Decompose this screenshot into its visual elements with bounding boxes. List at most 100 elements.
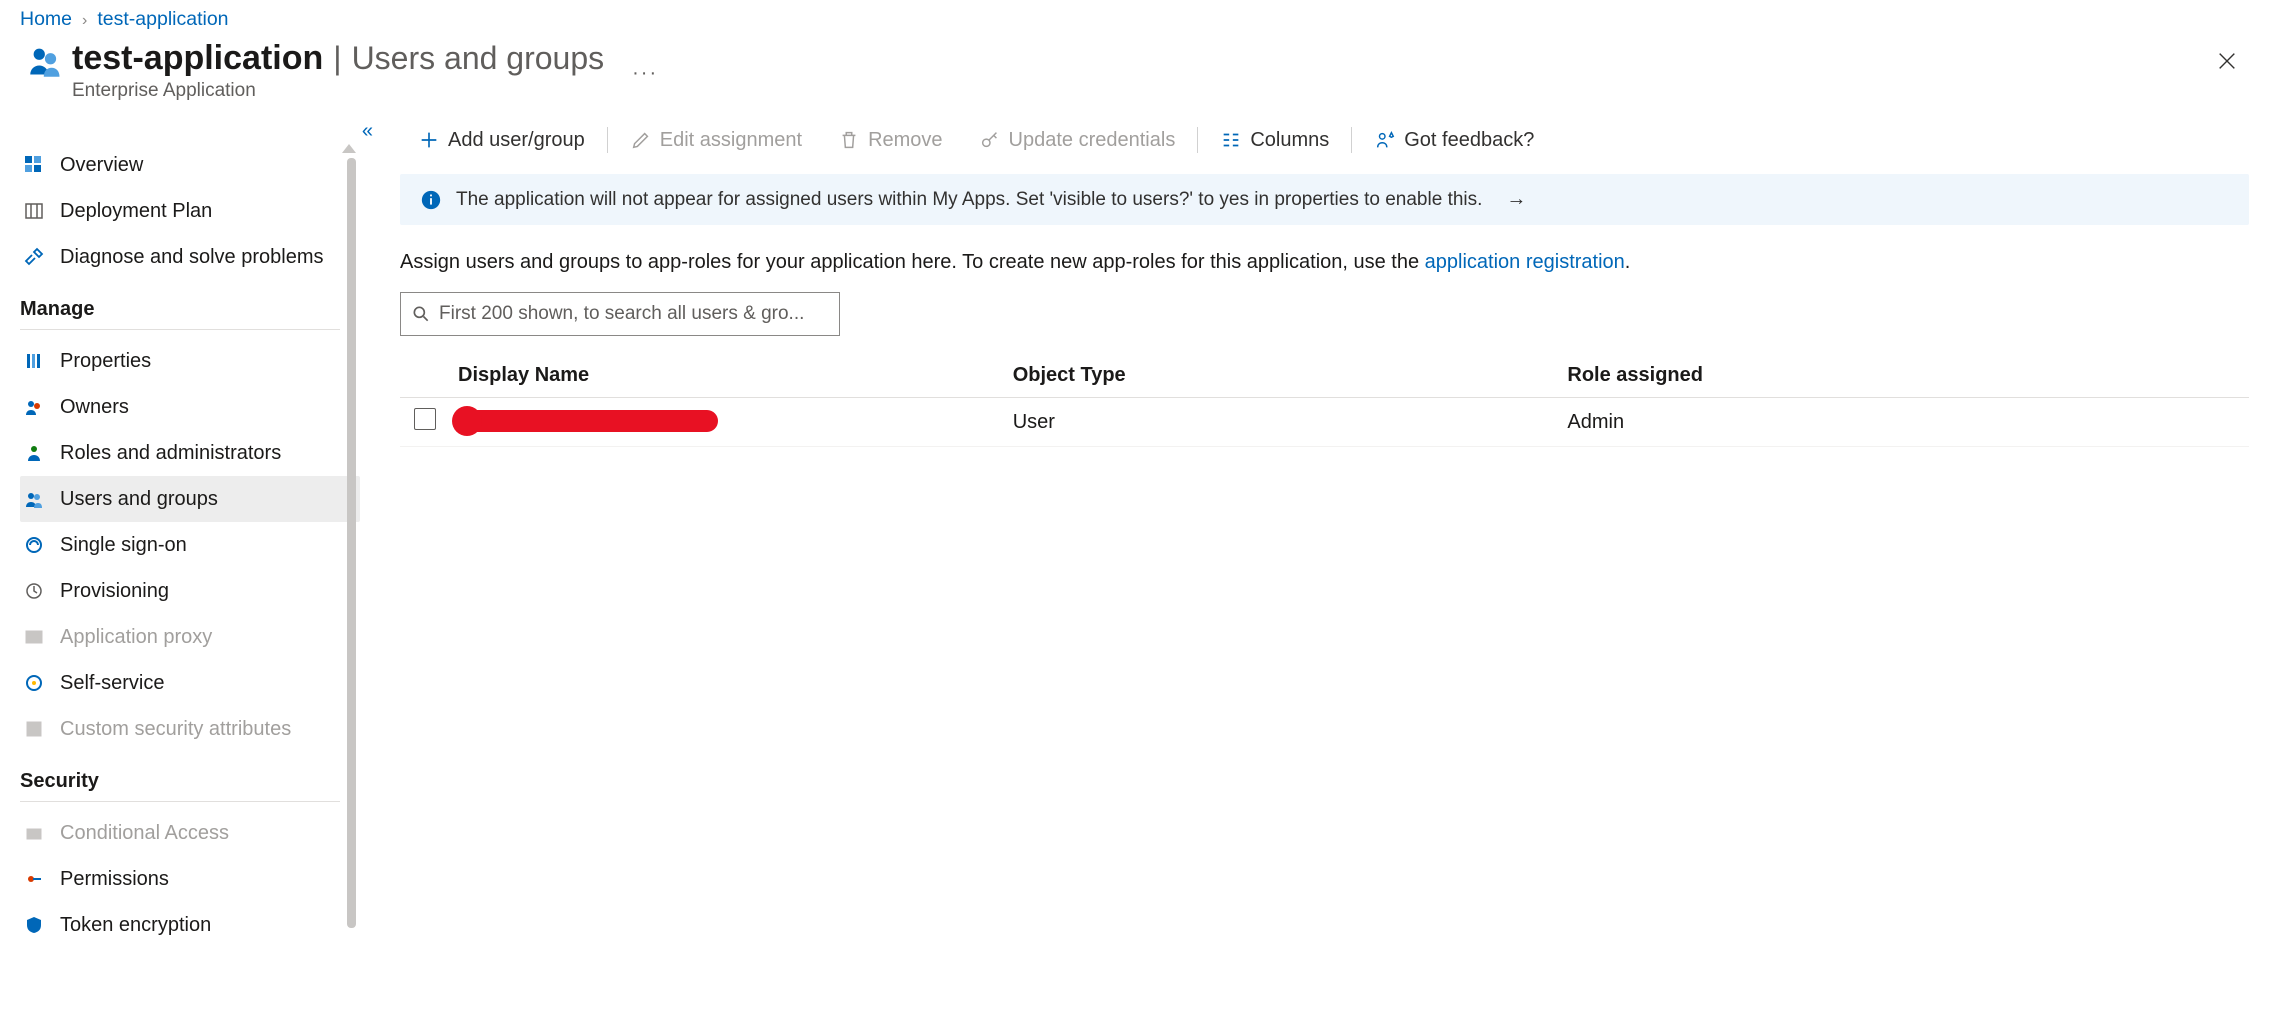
permissions-icon bbox=[22, 869, 46, 889]
sidebar-item-token-encryption[interactable]: Token encryption bbox=[20, 902, 360, 948]
sidebar-item-self-service[interactable]: Self-service bbox=[20, 660, 360, 706]
info-icon bbox=[420, 189, 442, 211]
sidebar: « Overview Deployment Plan Diagnose and … bbox=[0, 112, 370, 948]
close-button[interactable] bbox=[2209, 43, 2245, 79]
conditional-access-icon bbox=[22, 823, 46, 843]
sidebar-item-label: Application proxy bbox=[60, 626, 212, 649]
row-checkbox[interactable] bbox=[414, 408, 436, 430]
sidebar-item-overview[interactable]: Overview bbox=[20, 142, 360, 188]
divider bbox=[1351, 127, 1352, 153]
search-box[interactable] bbox=[400, 292, 840, 336]
search-input[interactable] bbox=[439, 293, 829, 335]
table-header-display-name[interactable]: Display Name bbox=[450, 354, 1005, 398]
toolbar-label: Got feedback? bbox=[1404, 129, 1534, 152]
sidebar-item-label: Provisioning bbox=[60, 580, 169, 603]
owners-icon bbox=[22, 397, 46, 417]
sidebar-item-label: Deployment Plan bbox=[60, 200, 212, 223]
columns-button[interactable]: Columns bbox=[1202, 116, 1347, 164]
sidebar-item-label: Custom security attributes bbox=[60, 718, 291, 741]
sidebar-item-owners[interactable]: Owners bbox=[20, 384, 360, 430]
sidebar-item-app-proxy[interactable]: Application proxy bbox=[20, 614, 360, 660]
table-header-role[interactable]: Role assigned bbox=[1559, 354, 2249, 398]
sidebar-item-custom-security[interactable]: Custom security attributes bbox=[20, 706, 360, 752]
sidebar-item-label: Overview bbox=[60, 154, 143, 177]
divider bbox=[607, 127, 608, 153]
remove-button[interactable]: Remove bbox=[820, 116, 960, 164]
table-header-object-type[interactable]: Object Type bbox=[1005, 354, 1560, 398]
provisioning-icon bbox=[22, 581, 46, 601]
edit-assignment-button[interactable]: Edit assignment bbox=[612, 116, 820, 164]
description: Assign users and groups to app-roles for… bbox=[400, 251, 2249, 274]
sidebar-item-label: Single sign-on bbox=[60, 534, 187, 557]
scroll-up-icon[interactable] bbox=[342, 144, 356, 153]
sidebar-item-sso[interactable]: Single sign-on bbox=[20, 522, 360, 568]
sidebar-group-security: Security bbox=[20, 752, 370, 799]
sidebar-item-properties[interactable]: Properties bbox=[20, 338, 360, 384]
update-credentials-button[interactable]: Update credentials bbox=[961, 116, 1194, 164]
self-service-icon bbox=[22, 673, 46, 693]
page-title-section: Users and groups bbox=[352, 40, 605, 77]
divider bbox=[20, 801, 340, 802]
page-header: test-application | Users and groups ··· … bbox=[0, 37, 2269, 112]
more-actions-icon[interactable]: ··· bbox=[632, 62, 658, 85]
toolbar-label: Update credentials bbox=[1009, 129, 1176, 152]
sidebar-item-permissions[interactable]: Permissions bbox=[20, 856, 360, 902]
pencil-icon bbox=[630, 129, 652, 151]
page-title-sep: | bbox=[333, 40, 341, 77]
properties-icon bbox=[22, 351, 46, 371]
plus-icon bbox=[418, 129, 440, 151]
app-icon bbox=[20, 39, 72, 79]
feedback-button[interactable]: Got feedback? bbox=[1356, 116, 1552, 164]
chevron-right-icon: › bbox=[82, 12, 87, 30]
info-arrow-icon[interactable]: → bbox=[1506, 188, 1526, 211]
cell-role: Admin bbox=[1559, 398, 2249, 447]
wrench-icon bbox=[22, 247, 46, 267]
redacted-content bbox=[458, 410, 718, 432]
roles-icon bbox=[22, 443, 46, 463]
sidebar-item-label: Users and groups bbox=[60, 488, 218, 511]
sidebar-group-manage: Manage bbox=[20, 280, 370, 327]
info-banner: The application will not appear for assi… bbox=[400, 174, 2249, 225]
search-icon bbox=[411, 304, 431, 324]
scrollbar[interactable] bbox=[347, 158, 356, 928]
sso-icon bbox=[22, 535, 46, 555]
table-row[interactable]: User Admin bbox=[400, 398, 2249, 447]
overview-icon bbox=[22, 155, 46, 175]
cell-display-name bbox=[450, 398, 1005, 447]
divider bbox=[20, 329, 340, 330]
sidebar-item-label: Token encryption bbox=[60, 914, 211, 937]
toolbar-label: Edit assignment bbox=[660, 129, 802, 152]
info-text: The application will not appear for assi… bbox=[456, 189, 1482, 211]
sidebar-item-label: Conditional Access bbox=[60, 822, 229, 845]
users-table: Display Name Object Type Role assigned U… bbox=[400, 354, 2249, 447]
application-registration-link[interactable]: application registration bbox=[1425, 251, 1625, 273]
sidebar-item-roles[interactable]: Roles and administrators bbox=[20, 430, 360, 476]
page-title-app: test-application bbox=[72, 39, 323, 78]
page-subtitle: Enterprise Application bbox=[72, 80, 658, 102]
toolbar-label: Remove bbox=[868, 129, 942, 152]
sidebar-item-label: Self-service bbox=[60, 672, 164, 695]
breadcrumb: Home › test-application bbox=[0, 0, 2269, 37]
divider bbox=[1197, 127, 1198, 153]
sidebar-item-label: Diagnose and solve problems bbox=[60, 246, 324, 269]
feedback-icon bbox=[1374, 129, 1396, 151]
sidebar-item-diagnose[interactable]: Diagnose and solve problems bbox=[20, 234, 360, 280]
sidebar-item-users-and-groups[interactable]: Users and groups bbox=[20, 476, 360, 522]
shield-icon bbox=[22, 915, 46, 935]
add-user-group-button[interactable]: Add user/group bbox=[400, 116, 603, 164]
sidebar-item-label: Permissions bbox=[60, 868, 169, 891]
sidebar-item-label: Roles and administrators bbox=[60, 442, 281, 465]
breadcrumb-home[interactable]: Home bbox=[20, 8, 72, 31]
sidebar-item-deployment-plan[interactable]: Deployment Plan bbox=[20, 188, 360, 234]
custom-security-icon bbox=[22, 719, 46, 739]
main-content: Add user/group Edit assignment Remove Up… bbox=[370, 112, 2269, 948]
sidebar-item-provisioning[interactable]: Provisioning bbox=[20, 568, 360, 614]
sidebar-item-label: Properties bbox=[60, 350, 151, 373]
toolbar: Add user/group Edit assignment Remove Up… bbox=[400, 116, 2249, 164]
key-icon bbox=[979, 129, 1001, 151]
sidebar-item-conditional-access[interactable]: Conditional Access bbox=[20, 810, 360, 856]
description-text: Assign users and groups to app-roles for… bbox=[400, 251, 1425, 273]
proxy-icon bbox=[22, 627, 46, 647]
columns-icon bbox=[1220, 129, 1242, 151]
breadcrumb-app[interactable]: test-application bbox=[97, 8, 228, 31]
